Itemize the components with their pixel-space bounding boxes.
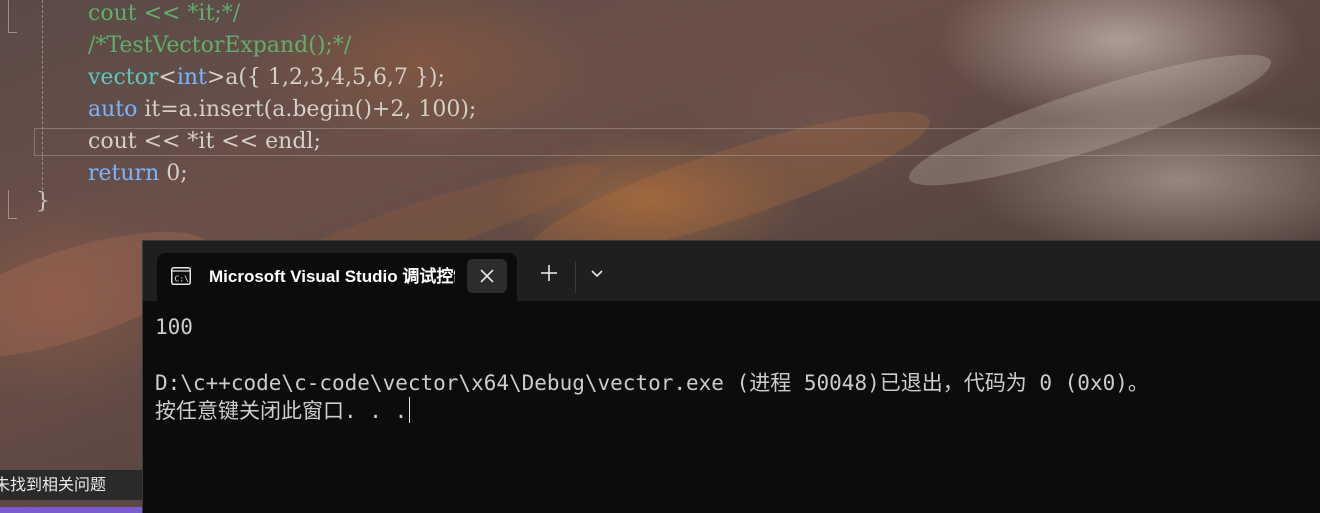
- terminal-icon: C:\: [171, 267, 191, 285]
- closing-brace: }: [36, 189, 50, 214]
- code-token: vector: [88, 65, 159, 90]
- code-token: a({ 1,2,3,4,5,6,7 });: [225, 65, 445, 90]
- code-token: cout << *it;*/: [88, 1, 241, 26]
- code-token: int: [176, 65, 207, 90]
- text-cursor: [409, 397, 411, 423]
- code-line[interactable]: cout << *it << endl;: [88, 128, 321, 156]
- code-line[interactable]: cout << *it;*/: [88, 0, 240, 28]
- exit-message: D:\c++code\c-code\vector\x64\Debug\vecto…: [155, 371, 1149, 395]
- code-line[interactable]: /*TestVectorExpand();*/: [88, 32, 351, 60]
- press-any-key-prompt: 按任意键关闭此窗口. . .: [155, 397, 411, 425]
- close-icon: [480, 269, 494, 283]
- fold-guide-bottom: [8, 190, 17, 219]
- output-value: 100: [155, 315, 193, 339]
- chevron-down-icon: [591, 270, 603, 278]
- new-tab-button[interactable]: [535, 259, 563, 287]
- code-token: >: [206, 65, 226, 90]
- plus-icon: [541, 265, 557, 281]
- code-token: return: [88, 161, 160, 186]
- terminal-tab-bar: C:\ Microsoft Visual Studio 调试控制台: [143, 241, 1320, 301]
- code-line[interactable]: auto it=a.insert(a.begin()+2, 100);: [88, 96, 476, 124]
- profile-dropdown-button[interactable]: [583, 259, 611, 287]
- indent-guide: [42, 0, 43, 190]
- terminal-window[interactable]: C:\ Microsoft Visual Studio 调试控制台 100 D:: [142, 240, 1320, 513]
- prompt-text: 按任意键关闭此窗口. . .: [155, 399, 408, 423]
- code-token: 0;: [159, 161, 188, 186]
- tab-separator: [575, 261, 576, 293]
- tab-debug-console[interactable]: C:\ Microsoft Visual Studio 调试控制台: [157, 253, 517, 301]
- tab-close-button[interactable]: [467, 259, 507, 293]
- fold-guide: [8, 0, 17, 33]
- code-token: <: [158, 65, 177, 90]
- status-bar-strip: [0, 507, 142, 513]
- tab-title: Microsoft Visual Studio 调试控制台: [209, 267, 455, 286]
- code-line[interactable]: vector<int>a({ 1,2,3,4,5,6,7 });: [88, 64, 445, 92]
- svg-text:C:\: C:\: [175, 275, 190, 284]
- code-token: it=a.insert(a.begin()+2, 100);: [137, 97, 477, 122]
- code-line[interactable]: return 0;: [88, 160, 188, 188]
- code-token: auto: [88, 97, 138, 122]
- code-token: /*TestVectorExpand();*/: [88, 33, 352, 58]
- problems-status-text: 未找到相关问题: [0, 475, 107, 494]
- problems-status[interactable]: 未找到相关问题: [0, 470, 142, 500]
- code-token: cout << *it << endl;: [88, 129, 321, 154]
